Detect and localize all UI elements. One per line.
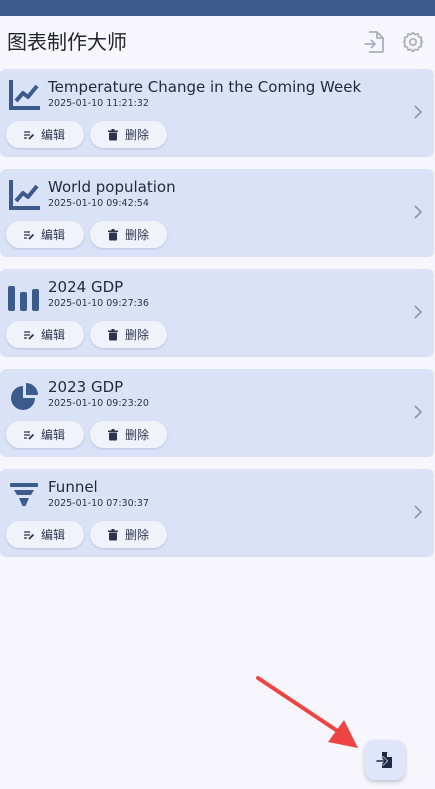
chevron-right-icon: [414, 505, 423, 519]
trash-icon: [107, 228, 119, 241]
status-bar: [0, 0, 435, 16]
edit-icon: [23, 229, 35, 241]
delete-button[interactable]: 删除: [90, 121, 167, 148]
import-fab[interactable]: [365, 740, 405, 780]
edit-button[interactable]: 编辑: [6, 121, 84, 148]
import-button[interactable]: [361, 29, 387, 55]
delete-label: 删除: [125, 528, 150, 542]
chart-card[interactable]: World population 2025-01-10 09:42:54 编辑 …: [0, 169, 434, 257]
chart-date: 2025-01-10 09:42:54: [48, 198, 149, 209]
edit-icon: [23, 429, 35, 441]
chart-title: 2023 GDP: [48, 378, 124, 396]
delete-button[interactable]: 删除: [90, 221, 167, 248]
chart-date: 2025-01-10 11:21:32: [48, 98, 149, 109]
delete-button[interactable]: 删除: [90, 421, 167, 448]
trash-icon: [107, 528, 119, 541]
chevron-right-icon: [414, 105, 423, 119]
edit-label: 编辑: [41, 328, 66, 342]
trash-icon: [107, 328, 119, 341]
chart-date: 2025-01-10 07:30:37: [48, 498, 149, 509]
line-chart-icon: [9, 80, 40, 110]
delete-button[interactable]: 删除: [90, 521, 167, 548]
bar-chart-icon: [8, 286, 39, 311]
edit-icon: [23, 329, 35, 341]
funnel-chart-icon: [10, 483, 38, 506]
chart-title: Funnel: [48, 478, 98, 496]
delete-label: 删除: [125, 328, 150, 342]
edit-label: 编辑: [41, 528, 66, 542]
delete-button[interactable]: 删除: [90, 321, 167, 348]
delete-label: 删除: [125, 128, 150, 142]
edit-icon: [23, 529, 35, 541]
chevron-right-icon: [414, 305, 423, 319]
trash-icon: [107, 128, 119, 141]
chart-title: 2024 GDP: [48, 278, 124, 296]
edit-button[interactable]: 编辑: [6, 221, 84, 248]
chart-title: World population: [48, 178, 176, 196]
edit-label: 编辑: [41, 128, 66, 142]
settings-button[interactable]: [400, 29, 426, 55]
chart-card[interactable]: 2023 GDP 2025-01-10 09:23:20 编辑 删除: [0, 369, 434, 457]
delete-label: 删除: [125, 428, 150, 442]
delete-label: 删除: [125, 228, 150, 242]
chart-card[interactable]: Funnel 2025-01-10 07:30:37 编辑 删除: [0, 469, 434, 557]
line-chart-icon: [9, 180, 40, 210]
annotation-arrow: [256, 676, 358, 748]
edit-label: 编辑: [41, 228, 66, 242]
chevron-right-icon: [414, 205, 423, 219]
gear-icon: [402, 31, 424, 53]
edit-button[interactable]: 编辑: [6, 421, 84, 448]
file-import-icon: [376, 752, 392, 768]
edit-button[interactable]: 编辑: [6, 521, 84, 548]
chart-card[interactable]: Temperature Change in the Coming Week 20…: [0, 69, 434, 157]
chart-card[interactable]: 2024 GDP 2025-01-10 09:27:36 编辑 删除: [0, 269, 434, 357]
chart-date: 2025-01-10 09:23:20: [48, 398, 149, 409]
edit-button[interactable]: 编辑: [6, 321, 84, 348]
pie-chart-icon: [11, 383, 38, 410]
edit-icon: [23, 129, 35, 141]
chart-date: 2025-01-10 09:27:36: [48, 298, 149, 309]
trash-icon: [107, 428, 119, 441]
chart-title: Temperature Change in the Coming Week: [48, 78, 362, 96]
app-title: 图表制作大师: [7, 30, 127, 54]
file-import-icon: [364, 31, 384, 53]
chevron-right-icon: [414, 405, 423, 419]
app-header: 图表制作大师: [0, 16, 435, 66]
edit-label: 编辑: [41, 428, 66, 442]
